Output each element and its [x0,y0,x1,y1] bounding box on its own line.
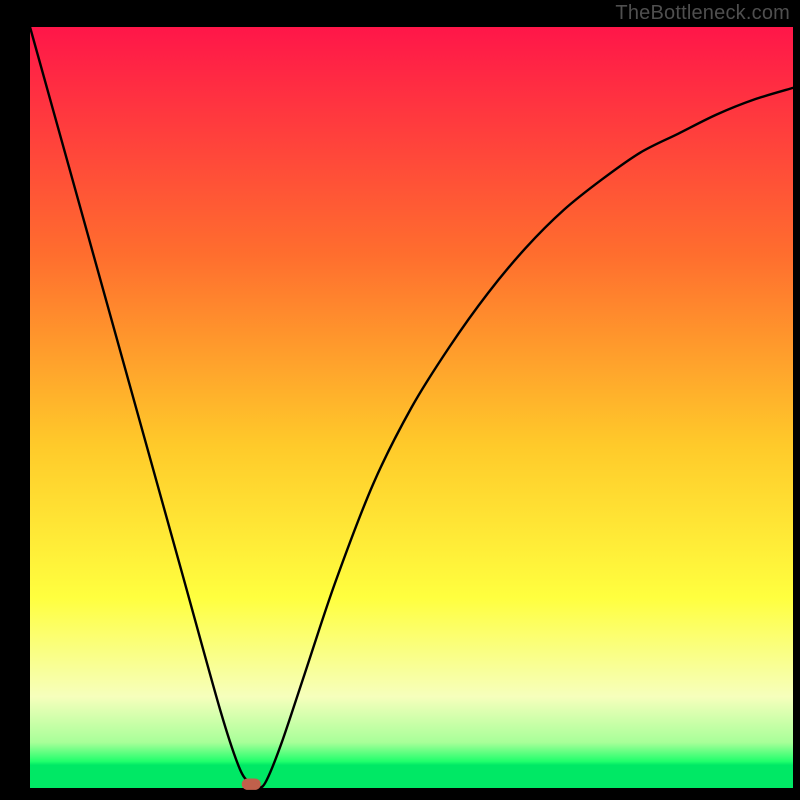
chart-canvas [0,0,800,800]
watermark-text: TheBottleneck.com [615,2,790,25]
optimum-marker [242,778,261,789]
chart-frame: TheBottleneck.com [0,0,800,800]
